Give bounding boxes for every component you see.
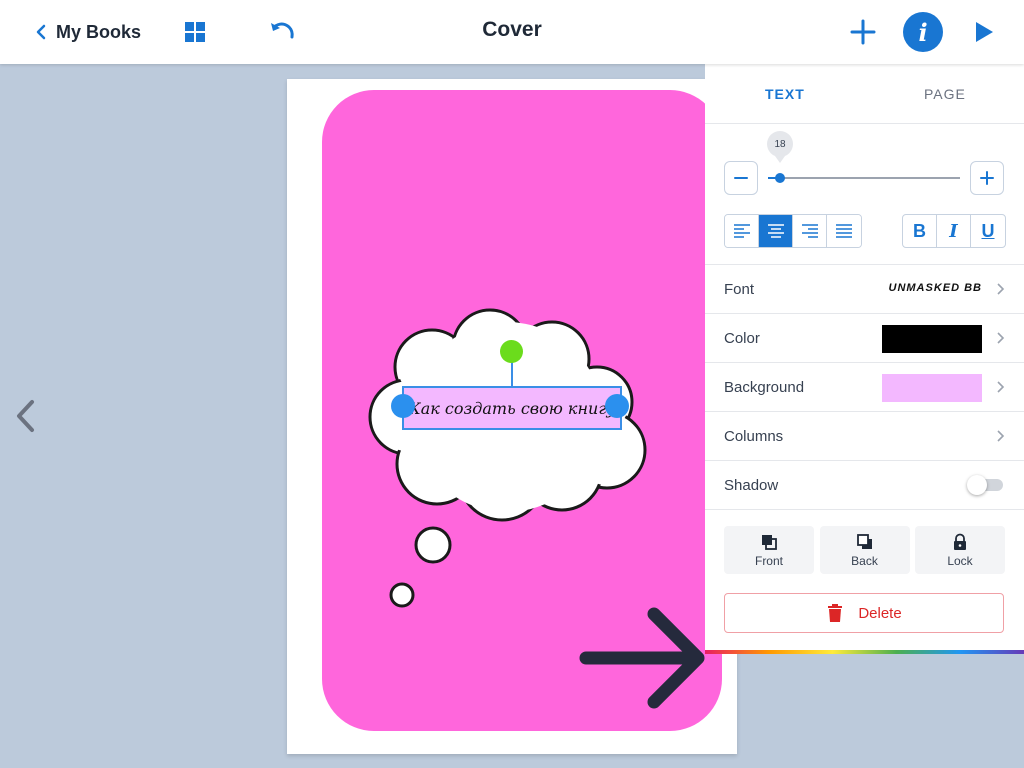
increase-size-button[interactable] bbox=[970, 161, 1004, 195]
arrow-right-icon[interactable] bbox=[578, 606, 708, 712]
toggle-knob bbox=[967, 475, 987, 495]
grid-icon[interactable] bbox=[184, 21, 206, 43]
tab-text[interactable]: TEXT bbox=[765, 86, 805, 102]
back-label: My Books bbox=[56, 21, 142, 42]
previous-page-chevron-icon[interactable] bbox=[12, 398, 38, 434]
my-books-back-button[interactable]: My Books bbox=[30, 18, 141, 46]
color-row[interactable]: Color bbox=[705, 313, 1024, 362]
background-row[interactable]: Background bbox=[705, 362, 1024, 411]
columns-label: Columns bbox=[724, 428, 784, 445]
rotation-handle-connector bbox=[511, 360, 513, 387]
font-label: Font bbox=[724, 281, 755, 298]
send-back-button[interactable]: Back bbox=[819, 526, 910, 574]
shadow-row: Shadow bbox=[705, 460, 1024, 510]
decrease-size-button[interactable] bbox=[724, 161, 758, 195]
align-center-button[interactable] bbox=[759, 215, 793, 247]
chevron-right-icon bbox=[997, 430, 1005, 442]
top-bar: My Books Cover i bbox=[0, 0, 1024, 64]
align-justify-icon bbox=[836, 224, 852, 238]
italic-button[interactable]: I bbox=[937, 215, 971, 247]
plus-icon[interactable] bbox=[848, 17, 878, 47]
info-icon[interactable]: i bbox=[903, 12, 943, 52]
panel-tabs: TEXT PAGE bbox=[705, 64, 1024, 124]
chevron-right-icon bbox=[997, 381, 1005, 393]
font-value: UNMASKED BB bbox=[888, 282, 982, 294]
chevron-left-icon bbox=[30, 21, 52, 43]
color-label: Color bbox=[724, 330, 760, 347]
lock-icon bbox=[954, 533, 966, 550]
bring-front-button[interactable]: Front bbox=[724, 526, 814, 574]
align-right-icon bbox=[801, 224, 818, 238]
shadow-toggle[interactable] bbox=[967, 475, 1003, 495]
front-label: Front bbox=[754, 553, 783, 568]
rainbow-divider bbox=[705, 650, 1024, 654]
text-style-group: B I U bbox=[902, 214, 1006, 248]
bold-button[interactable]: B bbox=[903, 215, 937, 247]
font-size-value: 18 bbox=[767, 131, 793, 163]
play-icon[interactable] bbox=[972, 20, 996, 44]
resize-handle-right[interactable] bbox=[605, 394, 629, 418]
chevron-right-icon bbox=[997, 283, 1005, 295]
lock-button[interactable]: Lock bbox=[915, 526, 1005, 574]
align-left-icon bbox=[733, 224, 750, 238]
delete-button[interactable]: Delete bbox=[724, 593, 1004, 633]
font-size-control: 18 bbox=[724, 131, 1004, 195]
align-right-button[interactable] bbox=[793, 215, 827, 247]
selected-text-box[interactable]: Как создать свою книгу bbox=[402, 386, 622, 430]
align-center-icon bbox=[767, 224, 784, 238]
align-left-button[interactable] bbox=[725, 215, 759, 247]
columns-row[interactable]: Columns bbox=[705, 411, 1024, 460]
align-justify-button[interactable] bbox=[827, 215, 861, 247]
back-label: Back bbox=[851, 553, 878, 568]
bring-front-icon bbox=[762, 534, 777, 550]
delete-label: Delete bbox=[858, 604, 902, 622]
layer-actions: Front Back Lock bbox=[724, 526, 1005, 574]
font-row[interactable]: Font UNMASKED BB bbox=[705, 264, 1024, 313]
chevron-right-icon bbox=[997, 332, 1005, 344]
rotation-handle[interactable] bbox=[500, 340, 523, 363]
tab-page[interactable]: PAGE bbox=[924, 86, 966, 102]
color-swatch[interactable] bbox=[882, 325, 982, 353]
trash-icon bbox=[828, 604, 843, 622]
background-swatch[interactable] bbox=[882, 374, 982, 402]
resize-handle-left[interactable] bbox=[391, 394, 415, 418]
background-label: Background bbox=[724, 379, 805, 396]
underline-button[interactable]: U bbox=[971, 215, 1005, 247]
slider-thumb[interactable] bbox=[775, 173, 785, 183]
text-properties-panel: TEXT PAGE 18 B I U Font UNMASKED BB Colo… bbox=[705, 64, 1024, 654]
send-back-icon bbox=[856, 533, 872, 549]
undo-icon[interactable] bbox=[268, 19, 296, 45]
font-size-slider[interactable] bbox=[768, 173, 960, 183]
alignment-group bbox=[724, 214, 862, 248]
page-title: Cover bbox=[482, 18, 542, 41]
shadow-label: Shadow bbox=[724, 477, 779, 494]
lock-label: Lock bbox=[947, 553, 973, 568]
